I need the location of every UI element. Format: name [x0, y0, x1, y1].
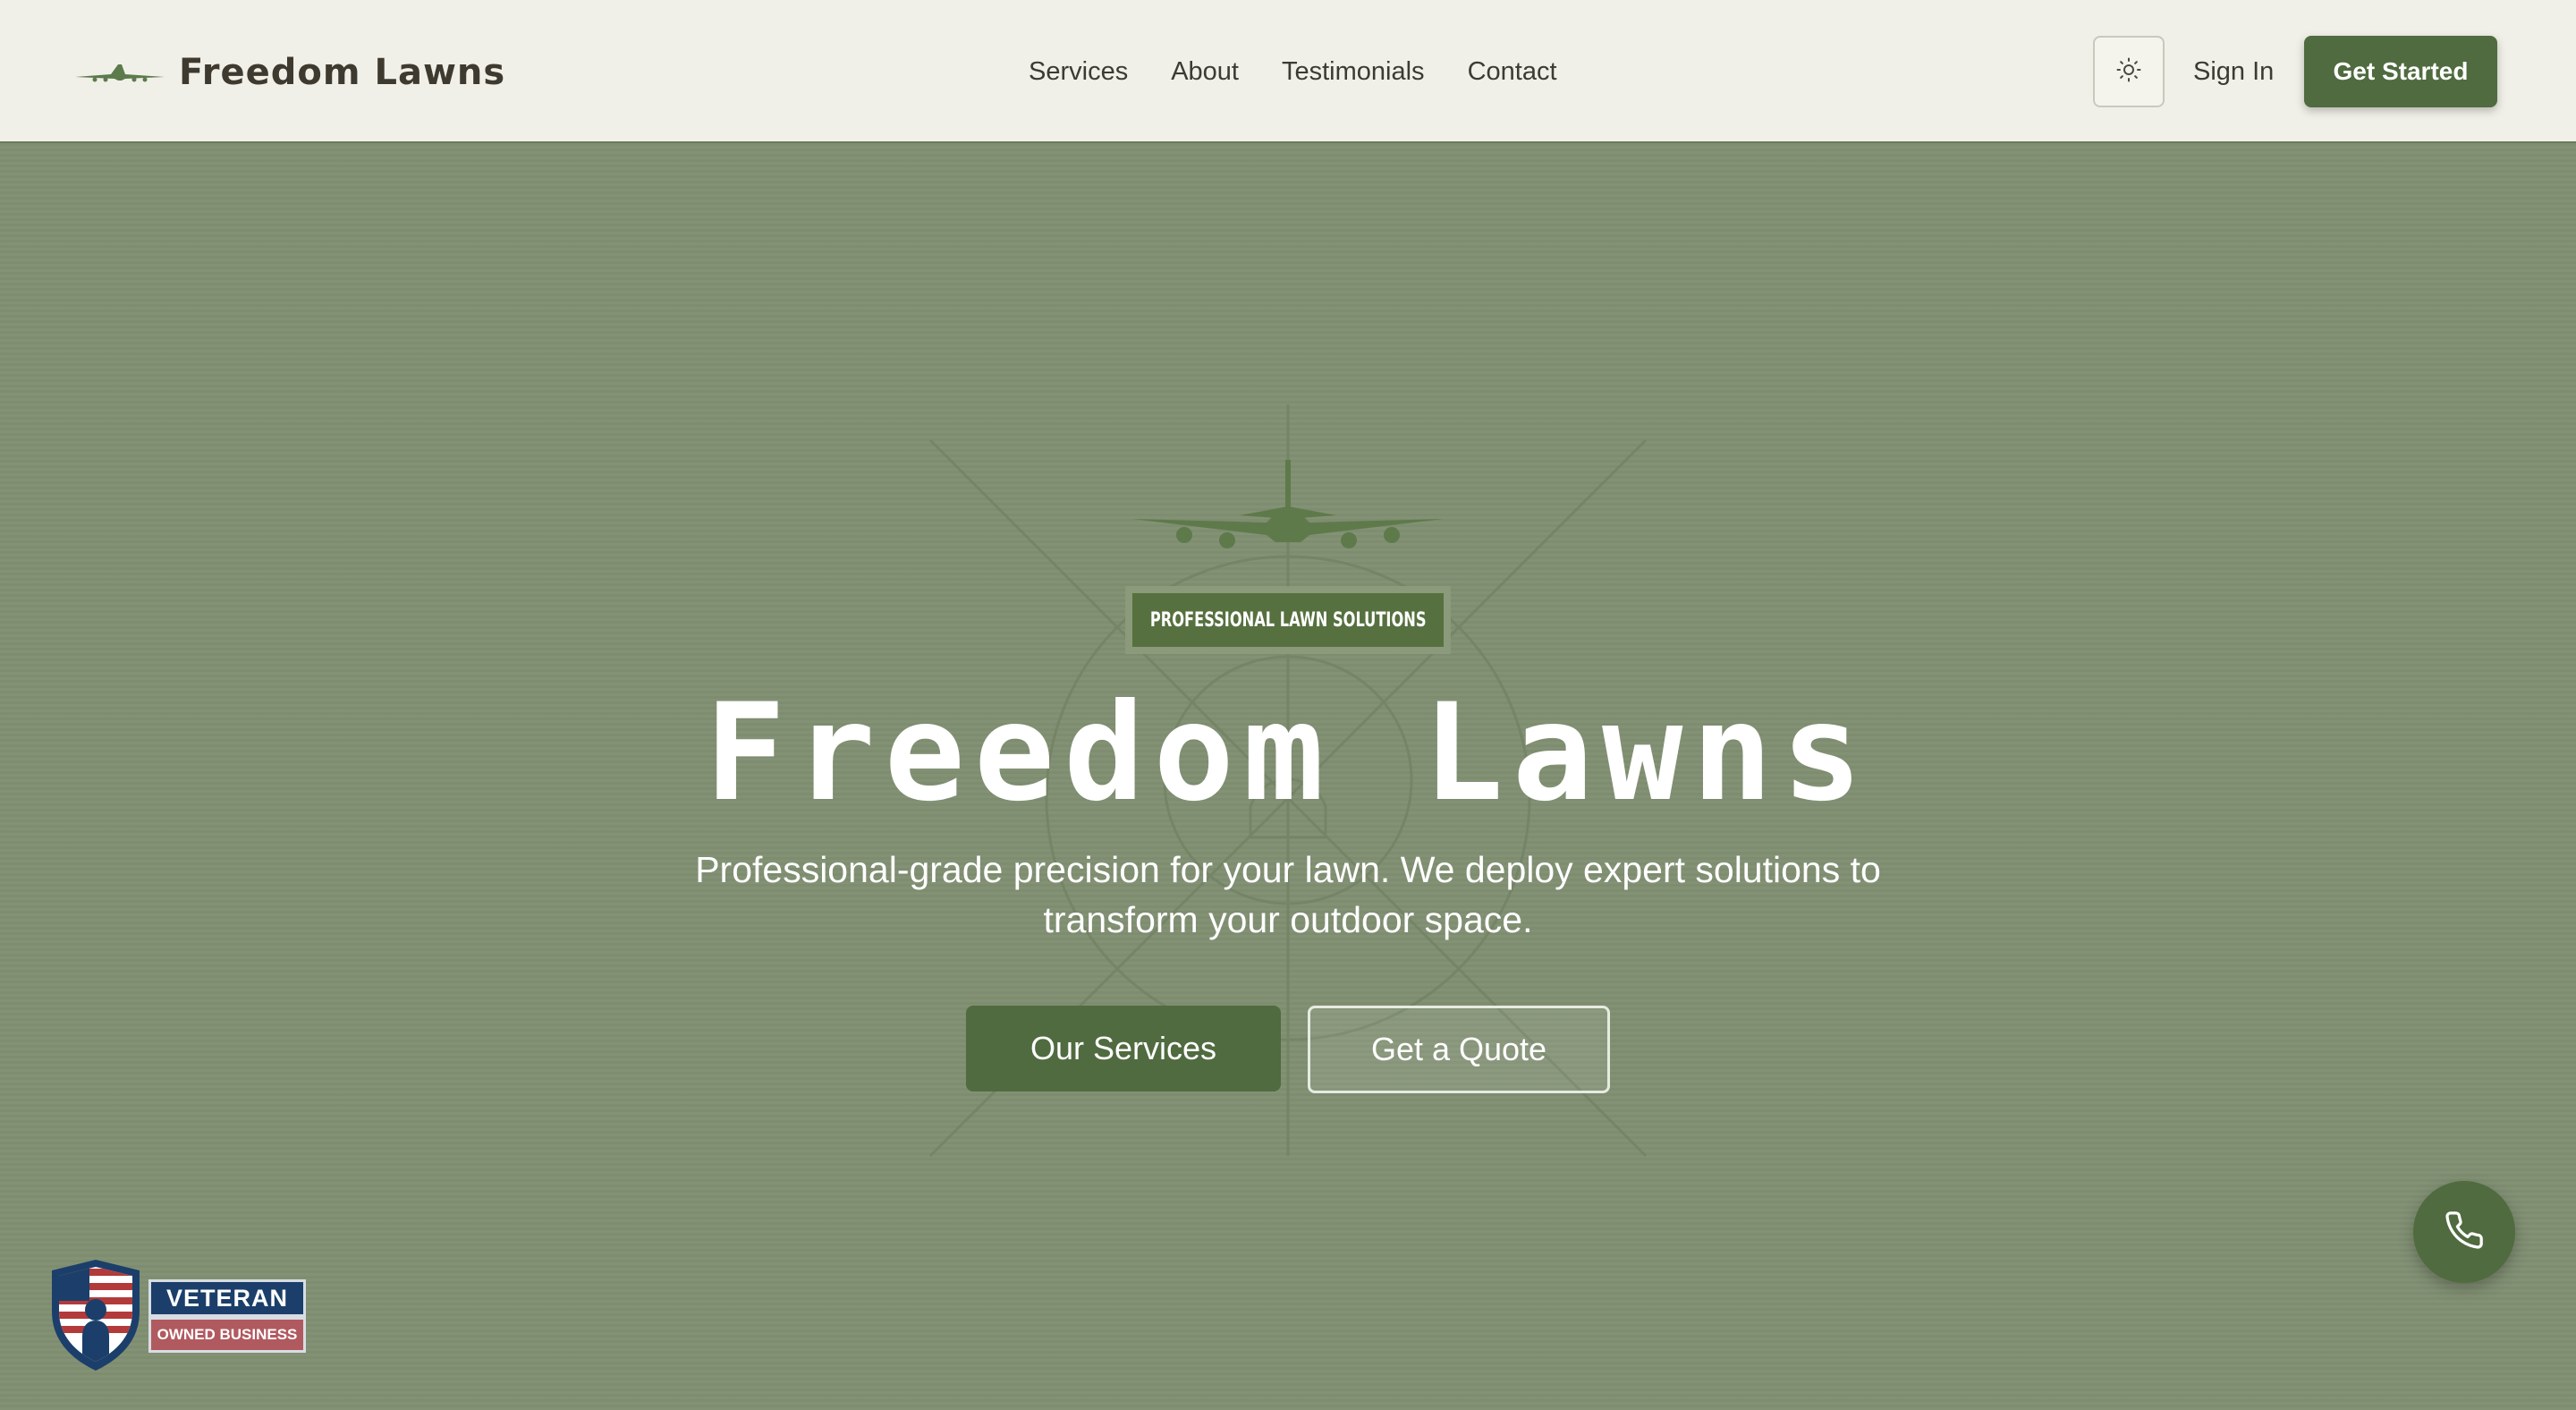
hero-subtitle: Professional-grade precision for your la… — [626, 845, 1950, 945]
phone-icon — [2444, 1210, 2485, 1255]
our-services-button[interactable]: Our Services — [966, 1006, 1281, 1091]
get-started-button[interactable]: Get Started — [2304, 36, 2497, 107]
sun-icon — [2115, 56, 2142, 88]
airplane-hero-icon — [1132, 460, 1444, 548]
brand-name: Freedom Lawns — [179, 52, 506, 93]
hero-badge: PROFESSIONAL LAWN SOLUTIONS — [1125, 586, 1451, 654]
veteran-label: VETERAN — [148, 1279, 306, 1317]
nav-about[interactable]: About — [1171, 50, 1239, 93]
hero-subtitle-line2: transform your outdoor space. — [1043, 899, 1533, 940]
hero-title: Freedom Lawns — [705, 675, 1871, 831]
site-header: Freedom Lawns Services About Testimonial… — [0, 0, 2576, 143]
call-button[interactable] — [2413, 1181, 2515, 1283]
nav-testimonials[interactable]: Testimonials — [1282, 50, 1425, 93]
theme-toggle-button[interactable] — [2093, 36, 2165, 107]
brand-logo[interactable]: Freedom Lawns — [75, 41, 505, 104]
owned-business-label: OWNED BUSINESS — [148, 1317, 306, 1353]
nav-services[interactable]: Services — [1029, 50, 1128, 93]
veteran-owned-badge: VETERAN OWNED BUSINESS — [47, 1260, 315, 1371]
sign-in-link[interactable]: Sign In — [2193, 50, 2274, 93]
hero-section: PROFESSIONAL LAWN SOLUTIONS Freedom Lawn… — [0, 145, 2576, 1410]
main-nav: Services About Testimonials Contact — [1029, 50, 1557, 93]
page: Freedom Lawns Services About Testimonial… — [0, 0, 2576, 1410]
shield-flag-icon — [52, 1260, 140, 1371]
hero-subtitle-line1: Professional-grade precision for your la… — [695, 849, 1881, 890]
hero-badge-text: PROFESSIONAL LAWN SOLUTIONS — [1149, 608, 1427, 632]
nav-contact[interactable]: Contact — [1468, 50, 1557, 93]
airplane-icon — [75, 59, 165, 86]
get-quote-button[interactable]: Get a Quote — [1308, 1006, 1610, 1093]
